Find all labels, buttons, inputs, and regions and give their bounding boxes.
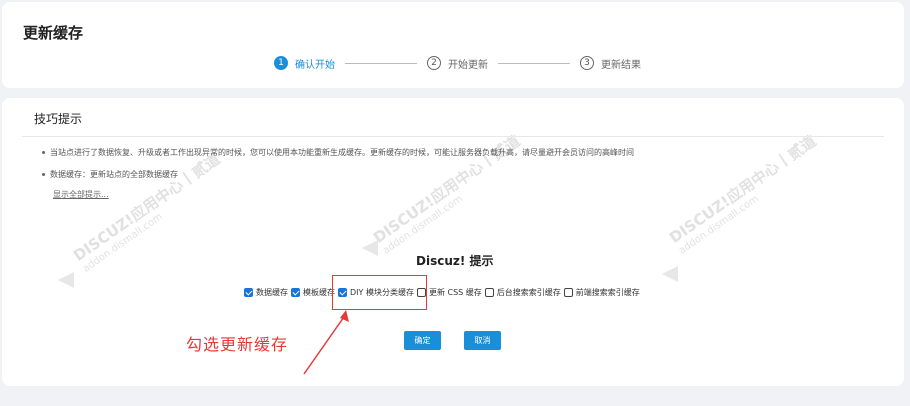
- option-label: 后台搜索索引缓存: [496, 288, 561, 297]
- cancel-button[interactable]: 取消: [464, 331, 501, 350]
- step-confirm: 1 确认开始: [274, 56, 335, 71]
- watermark-arrow-icon: [58, 272, 74, 288]
- page-title: 更新缓存: [23, 24, 84, 42]
- step-number: 2: [427, 56, 441, 70]
- tips-title: 技巧提示: [34, 112, 83, 126]
- step-connector: [498, 62, 570, 64]
- step-indicator: 1 确认开始 2 开始更新 3 更新结果: [274, 55, 641, 71]
- checkbox[interactable]: [563, 288, 573, 297]
- option-label: 更新 CSS 缓存: [428, 288, 482, 297]
- option-label: 模板缓存: [303, 288, 335, 297]
- step-start-update: 2 开始更新: [427, 56, 488, 71]
- step-result: 3 更新结果: [580, 56, 641, 71]
- option-data-cache[interactable]: 数据缓存: [244, 287, 288, 298]
- cache-options: 数据缓存 模板缓存 DIY 模块分类缓存 更新 CSS 缓存 后台搜索索引缓存 …: [244, 287, 643, 298]
- dialog-title: Discuz! 提示: [416, 254, 494, 268]
- option-admin-search-cache[interactable]: 后台搜索索引缓存: [484, 287, 561, 298]
- annotation-highlight-box: [332, 275, 427, 310]
- checkbox[interactable]: [484, 288, 494, 297]
- main-card: [2, 98, 904, 386]
- annotation-text: 勾选更新缓存: [186, 335, 289, 354]
- step-label: 确认开始: [295, 59, 335, 71]
- step-number: 1: [274, 56, 288, 70]
- header-card: 更新缓存: [2, 2, 904, 88]
- step-label: 开始更新: [448, 59, 488, 71]
- annotation-arrow-icon: [303, 310, 349, 375]
- confirm-button[interactable]: 确定: [404, 331, 441, 350]
- checkbox[interactable]: [244, 288, 253, 297]
- watermark-arrow-icon: [662, 266, 678, 282]
- option-label: 前端搜索索引缓存: [575, 288, 640, 297]
- step-number: 3: [580, 56, 594, 70]
- step-label: 更新结果: [601, 59, 641, 71]
- tip-item: 数据缓存：更新站点的全部数据缓存: [42, 170, 178, 179]
- watermark-arrow-icon: [362, 240, 378, 256]
- step-connector: [345, 62, 417, 64]
- option-template-cache[interactable]: 模板缓存: [291, 287, 335, 298]
- divider: [22, 136, 884, 137]
- option-front-search-cache[interactable]: 前端搜索索引缓存: [563, 287, 640, 298]
- tip-item: 当站点进行了数据恢复、升级或者工作出现异常的时候，您可以使用本功能重新生成缓存。…: [42, 148, 634, 157]
- checkbox[interactable]: [291, 288, 300, 297]
- option-label: 数据缓存: [256, 288, 288, 297]
- show-all-tips-link[interactable]: 显示全部提示...: [53, 189, 109, 200]
